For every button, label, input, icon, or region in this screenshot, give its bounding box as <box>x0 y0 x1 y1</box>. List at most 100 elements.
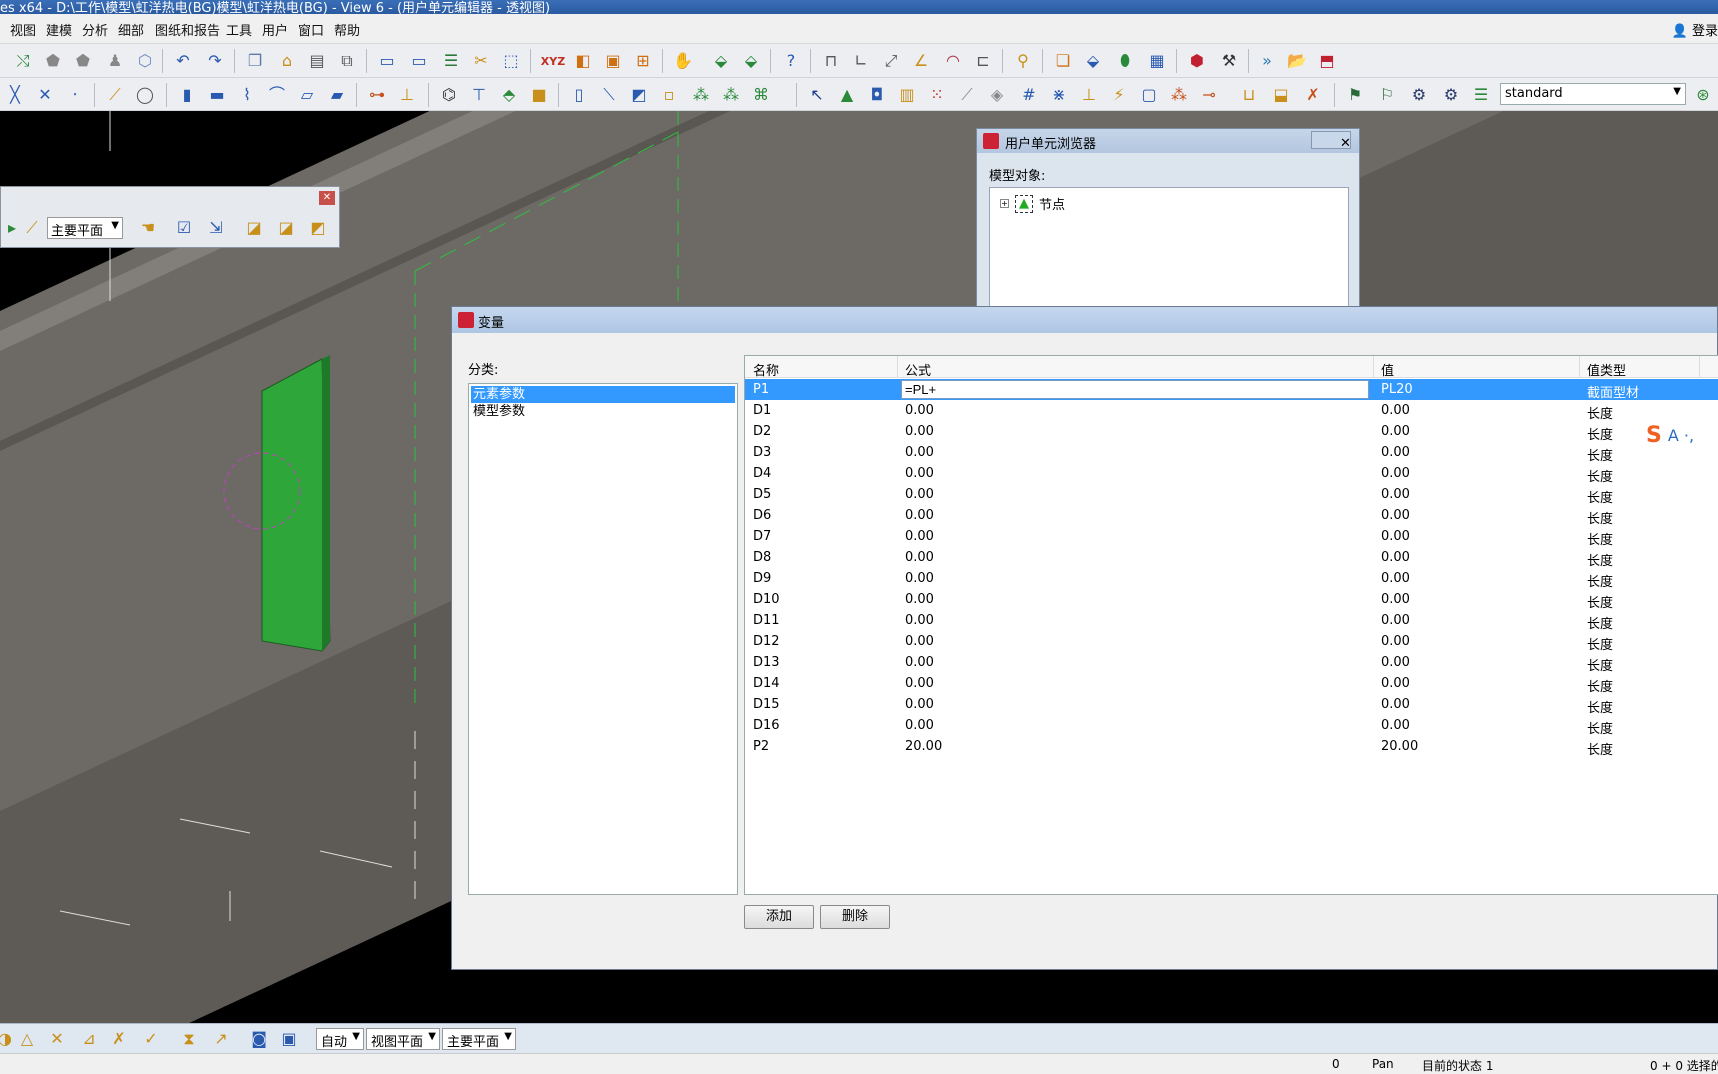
connection-icon[interactable]: ⊤ <box>468 84 490 106</box>
move-icon[interactable]: ⇲ <box>205 217 227 239</box>
table-row[interactable]: D16 0.00 0.00 长度 <box>745 715 1718 737</box>
column-header-formula[interactable]: 公式 <box>905 360 931 379</box>
filter-settings-icon[interactable]: ⊛ <box>1692 84 1714 106</box>
cube-icon[interactable]: ⬡ <box>134 50 156 72</box>
model-viewport[interactable]: ✕ ▸ ⟋ 主要平面 ▼ ☚ ☑ ⇲ ◪ ◪ ◩ 用户单元浏览器 ✕ 模型对象:… <box>0 111 1718 1023</box>
check-list-icon[interactable]: ☑ <box>173 217 195 239</box>
remove-from-assembly-icon[interactable]: ⁂ <box>720 84 742 106</box>
cross-icon[interactable]: ✕ <box>34 84 56 106</box>
add-to-assembly-icon[interactable]: ⁂ <box>690 84 712 106</box>
pan-view-icon[interactable]: ✋ <box>672 50 694 72</box>
login-link[interactable]: 👤 登录 <box>1672 20 1718 39</box>
column-divider[interactable] <box>1699 356 1700 378</box>
select-assembly-icon[interactable]: ⊔ <box>1238 84 1260 106</box>
menu-window[interactable]: 窗口 <box>298 20 324 39</box>
point-tool-icon[interactable]: ▸ <box>1 217 23 239</box>
table-row[interactable]: D13 0.00 0.00 长度 <box>745 652 1718 674</box>
selection-filter-select[interactable]: standard ▼ <box>1500 83 1686 105</box>
table-row[interactable]: D12 0.00 0.00 长度 <box>745 631 1718 653</box>
category-item[interactable]: 模型参数 <box>471 403 735 420</box>
plate-icon[interactable]: ▱ <box>296 84 318 106</box>
column-icon[interactable]: ▮ <box>176 84 198 106</box>
bent-plate-icon[interactable]: ▰ <box>326 84 348 106</box>
point-icon[interactable]: ⸱ <box>64 84 86 106</box>
dimension-icon[interactable]: ⊏ <box>972 50 994 72</box>
column-header-value-type[interactable]: 值类型 <box>1587 360 1626 379</box>
measure-angle-icon[interactable]: ∟ <box>850 50 872 72</box>
table-row[interactable]: D14 0.00 0.00 长度 <box>745 673 1718 695</box>
column-divider[interactable] <box>1373 356 1374 378</box>
cut-icon[interactable]: ✂ <box>470 50 492 72</box>
table-row[interactable]: P1 PL20 截面型材 <box>745 379 1718 401</box>
help-icon[interactable]: ? <box>780 50 802 72</box>
bolt-icon[interactable]: ⊶ <box>366 84 388 106</box>
measure-bolt-icon[interactable]: ⤢ <box>880 50 902 72</box>
more-icon[interactable]: » <box>1256 50 1278 72</box>
weld-icon[interactable]: ⬮ <box>1114 50 1136 72</box>
select-filter-icon[interactable]: ☰ <box>1470 84 1492 106</box>
menu-user[interactable]: 用户 <box>262 20 288 39</box>
table-row[interactable]: D7 0.00 0.00 长度 <box>745 526 1718 548</box>
hand-tool-icon[interactable]: ☚ <box>137 217 159 239</box>
select-objects-in-components-icon[interactable]: ⚙ <box>1440 84 1462 106</box>
weld-tool-icon[interactable]: ⊥ <box>396 84 418 106</box>
measure-icon[interactable]: ⊓ <box>820 50 842 72</box>
arc-icon[interactable]: ◠ <box>942 50 964 72</box>
add-button[interactable]: 添加 <box>744 905 814 929</box>
diagonal-icon[interactable]: ⟋ <box>104 84 126 106</box>
clipboard-icon[interactable]: ▤ <box>306 50 328 72</box>
xyz-icon[interactable]: XYZ <box>541 50 565 72</box>
curved-beam-icon[interactable]: ⌒ <box>266 84 288 106</box>
select-all-icon[interactable]: ↖ <box>806 84 828 106</box>
formula-edit-field[interactable] <box>901 380 1369 399</box>
snap-reference-icon[interactable]: △ <box>16 1028 38 1050</box>
snap-plane-icon[interactable]: ◙ <box>248 1028 270 1050</box>
select-points-icon[interactable]: ⁙ <box>926 84 948 106</box>
stiffener-plate[interactable] <box>261 358 331 652</box>
window-icon[interactable]: ▭ <box>376 50 398 72</box>
menu-detailing[interactable]: 细部 <box>118 20 144 39</box>
assembly-add-icon[interactable]: ⬙ <box>1082 50 1104 72</box>
column-divider[interactable] <box>1579 356 1580 378</box>
table-row[interactable]: D6 0.00 0.00 长度 <box>745 505 1718 527</box>
menu-drawings-reports[interactable]: 图纸和报告 <box>155 20 220 39</box>
table-row[interactable]: D11 0.00 0.00 长度 <box>745 610 1718 632</box>
menu-help[interactable]: 帮助 <box>334 20 360 39</box>
redo-icon[interactable]: ↷ <box>204 50 226 72</box>
select-components-icon[interactable]: ⚙ <box>1408 84 1430 106</box>
copy-icon[interactable]: ❐ <box>244 50 266 72</box>
category-list[interactable]: 元素参数 模型参数 <box>468 383 738 895</box>
select-cuts-icon[interactable]: ▢ <box>1138 84 1160 106</box>
user-group-icon[interactable]: ♟ <box>104 50 126 72</box>
table-row[interactable]: D9 0.00 0.00 长度 <box>745 568 1718 590</box>
select-bolt-icon[interactable]: ⊥ <box>1078 84 1100 106</box>
snap-perpendicular-icon[interactable]: ⊿ <box>78 1028 100 1050</box>
table-row[interactable]: D2 0.00 0.00 长度 <box>745 421 1718 443</box>
select-object-icon[interactable]: ⬓ <box>1270 84 1292 106</box>
snap-intersection-icon[interactable]: ✕ <box>46 1028 68 1050</box>
variables-title-bar[interactable]: 变量 <box>452 307 1717 333</box>
menu-view[interactable]: 视图 <box>10 20 36 39</box>
split-icon[interactable]: ▫ <box>658 84 680 106</box>
grid-view-icon[interactable]: ▦ <box>1146 50 1168 72</box>
select-part-icon[interactable]: ◘ <box>866 84 888 106</box>
table-row[interactable]: D3 0.00 0.00 长度 <box>745 442 1718 464</box>
table-row[interactable]: D5 0.00 0.00 长度 <box>745 484 1718 506</box>
table-row[interactable]: D4 0.00 0.00 长度 <box>745 463 1718 485</box>
list-icon[interactable]: ☰ <box>440 50 462 72</box>
category-item[interactable]: 元素参数 <box>471 386 735 403</box>
menu-modeling[interactable]: 建模 <box>46 20 72 39</box>
snap-mode-select[interactable]: 自动 ▼ <box>316 1028 364 1050</box>
view-plane-icon[interactable]: ⊞ <box>632 50 654 72</box>
select-reinforcement-icon[interactable]: ⊸ <box>1198 84 1220 106</box>
column-divider[interactable] <box>897 356 898 378</box>
window-split-icon[interactable]: ▭ <box>408 50 430 72</box>
snap-geometry-icon[interactable]: ▣ <box>278 1028 300 1050</box>
fitting-icon[interactable]: ▯ <box>568 84 590 106</box>
filter-icon[interactable]: ⬙ <box>710 50 732 72</box>
polygon-cut-icon[interactable]: ◩ <box>628 84 650 106</box>
work-plane-icon[interactable]: ▣ <box>602 50 624 72</box>
snap-nearest-icon[interactable]: ✗ <box>108 1028 130 1050</box>
folder-icon[interactable]: 📂 <box>1286 50 1308 72</box>
line-tool-icon[interactable]: ⟋ <box>21 217 43 239</box>
